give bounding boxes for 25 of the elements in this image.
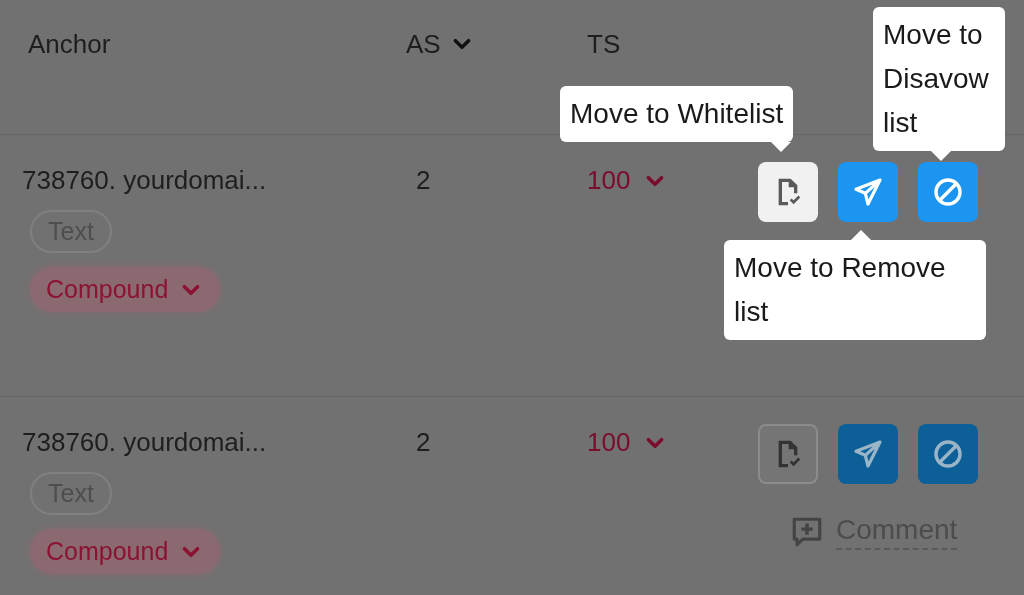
paper-plane-icon <box>852 176 884 208</box>
type-dropdown[interactable]: Compound <box>30 267 221 312</box>
tooltip: Move to Whitelist <box>560 86 794 152</box>
block-icon <box>931 175 965 209</box>
tooltip: Move to Remove list <box>724 230 986 340</box>
ts-dropdown[interactable]: 100 <box>587 427 667 458</box>
remove-list-button[interactable] <box>838 424 898 484</box>
whitelist-button[interactable] <box>758 424 818 484</box>
type-dropdown[interactable]: Compound <box>30 529 221 574</box>
ts-dropdown[interactable]: 100 <box>587 165 667 196</box>
disavow-button[interactable] <box>918 162 978 222</box>
anchor-text: 738760. yourdomai... <box>22 427 267 458</box>
as-value: 2 <box>416 165 431 195</box>
tooltip: Move to Disavow list <box>873 7 1005 161</box>
block-icon <box>931 437 965 471</box>
paper-plane-icon <box>852 438 884 470</box>
remove-list-button[interactable] <box>838 162 898 222</box>
column-header: TS <box>587 28 621 60</box>
column-header: Anchor <box>28 28 111 60</box>
disavow-button[interactable] <box>918 424 978 484</box>
column-header[interactable]: AS <box>406 28 441 60</box>
anchor-text: 738760. yourdomai... <box>22 165 267 196</box>
whitelist-button[interactable] <box>758 162 818 222</box>
as-value: 2 <box>416 427 431 457</box>
comment-add-icon <box>790 515 824 549</box>
